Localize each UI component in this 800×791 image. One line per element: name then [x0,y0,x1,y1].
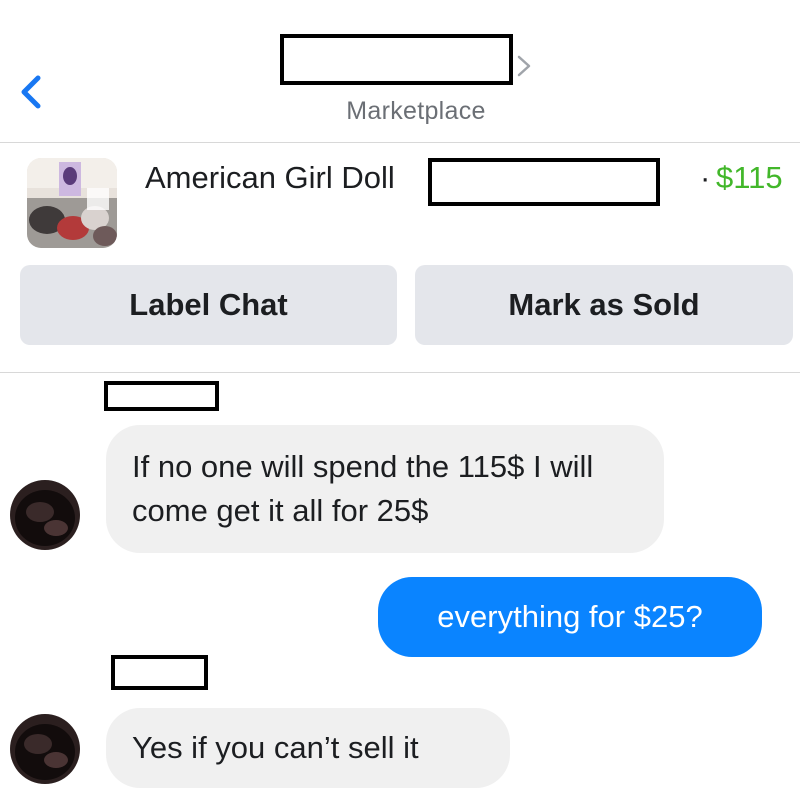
sender-name-redacted [104,381,219,411]
avatar[interactable] [10,714,80,784]
conversation-title-redacted[interactable] [280,34,513,85]
label-chat-button[interactable]: Label Chat [20,265,397,345]
mark-as-sold-button[interactable]: Mark as Sold [415,265,793,345]
listing-thumbnail[interactable] [27,158,117,248]
listing-title-redacted [428,158,660,206]
chevron-right-icon[interactable] [514,53,534,84]
message-bubble-outgoing: everything for $25? [378,577,762,657]
avatar[interactable] [10,480,80,550]
header-subtitle: Marketplace [346,97,486,125]
listing-divider [0,372,800,373]
listing-price: $115 [716,160,783,195]
header-divider [0,142,800,143]
price-separator: · [700,160,711,195]
message-bubble-incoming: If no one will spend the 115$ I will com… [106,425,664,553]
sender-name-redacted [111,655,208,690]
listing-title[interactable]: American Girl Doll [145,160,395,196]
message-bubble-incoming: Yes if you can’t sell it [106,708,510,788]
